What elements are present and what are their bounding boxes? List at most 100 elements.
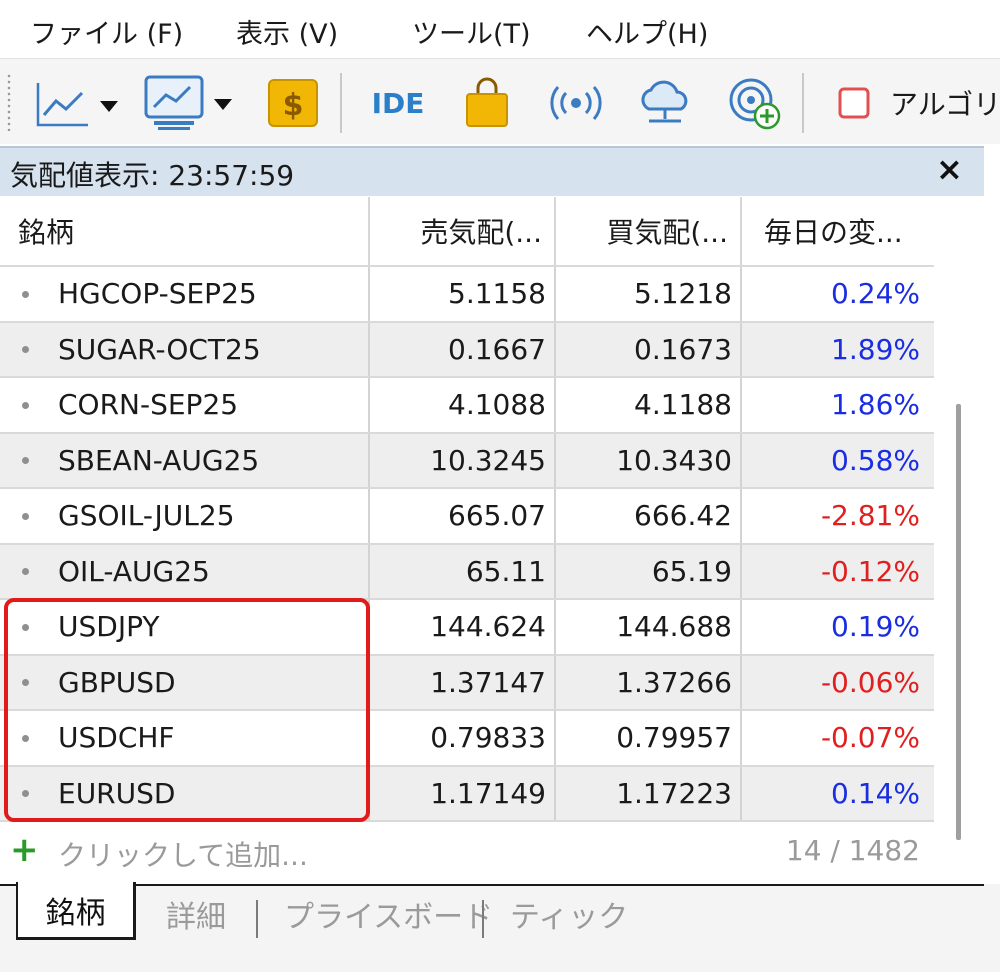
ask-cell: 1.17223 bbox=[556, 766, 742, 820]
bid-cell: 10.3245 bbox=[370, 433, 556, 487]
tab-separator bbox=[482, 900, 484, 938]
toolbar: $ IDE アルゴリ bbox=[0, 58, 1000, 144]
symbol-cell: GSOIL-JUL25 bbox=[0, 489, 370, 543]
bid-cell: 1.37147 bbox=[370, 655, 556, 709]
table-row[interactable]: OIL-AUG25 65.11 65.19 -0.12% bbox=[0, 542, 934, 598]
vps-button[interactable] bbox=[724, 75, 784, 131]
symbol-cell: OIL-AUG25 bbox=[0, 544, 370, 598]
bid-cell: 0.79833 bbox=[370, 711, 556, 765]
table-row[interactable]: USDJPY 144.624 144.688 0.19% bbox=[0, 598, 934, 654]
ask-cell: 65.19 bbox=[556, 544, 742, 598]
ide-label: IDE bbox=[371, 86, 425, 120]
tab-tick[interactable]: ティック bbox=[510, 892, 628, 936]
change-cell: 1.86% bbox=[831, 388, 920, 422]
toolbar-separator bbox=[340, 73, 342, 133]
ask-cell: 5.1218 bbox=[556, 267, 742, 321]
column-header-bid[interactable]: 売気配(... bbox=[370, 197, 556, 265]
close-icon[interactable]: × bbox=[936, 150, 963, 188]
change-cell: 0.14% bbox=[831, 776, 920, 810]
cloud-button[interactable] bbox=[634, 75, 696, 131]
menu-view[interactable]: 表示 (V) bbox=[236, 12, 338, 51]
ask-cell: 144.688 bbox=[556, 600, 742, 654]
tabs-divider bbox=[0, 884, 984, 886]
table-row[interactable]: USDCHF 0.79833 0.79957 -0.07% bbox=[0, 709, 934, 765]
ask-cell: 666.42 bbox=[556, 489, 742, 543]
table-row[interactable]: GBPUSD 1.37147 1.37266 -0.06% bbox=[0, 653, 934, 709]
tab-symbols[interactable]: 銘柄 bbox=[16, 882, 136, 940]
plus-icon: + bbox=[10, 830, 39, 870]
algo-trading-label[interactable]: アルゴリズ bbox=[890, 83, 1000, 123]
bid-cell: 4.1088 bbox=[370, 378, 556, 432]
vps-icon bbox=[729, 78, 781, 130]
symbol-cell: USDJPY bbox=[0, 600, 370, 654]
market-watch-table: 銘柄 売気配(... 買気配(... 毎日の変... HGCOP-SEP25 5… bbox=[0, 197, 934, 880]
market-watch-header: 気配値表示: 23:57:59 × bbox=[0, 146, 984, 196]
signals-button[interactable] bbox=[546, 75, 606, 131]
table-row[interactable]: SUGAR-OCT25 0.1667 0.1673 1.89% bbox=[0, 320, 934, 376]
chart-template-icon bbox=[144, 75, 232, 130]
table-row[interactable]: HGCOP-SEP25 5.1158 5.1218 0.24% bbox=[0, 265, 934, 321]
symbol-cell: HGCOP-SEP25 bbox=[0, 267, 370, 321]
change-cell: 1.89% bbox=[831, 332, 920, 366]
column-header-daily-change[interactable]: 毎日の変... bbox=[742, 197, 934, 265]
symbol-cell: SBEAN-AUG25 bbox=[0, 433, 370, 487]
toolbar-separator bbox=[802, 73, 804, 133]
ask-cell: 10.3430 bbox=[556, 433, 742, 487]
table-row[interactable]: GSOIL-JUL25 665.07 666.42 -2.81% bbox=[0, 487, 934, 543]
market-bag-icon bbox=[466, 77, 508, 127]
dollar-icon: $ bbox=[268, 79, 318, 127]
column-header-symbol[interactable]: 銘柄 bbox=[0, 197, 370, 265]
algo-stop-icon bbox=[838, 87, 870, 119]
ask-cell: 0.1673 bbox=[556, 322, 742, 376]
symbol-cell: GBPUSD bbox=[0, 655, 370, 709]
menu-bar: ファイル (F) 表示 (V) ツール(T) ヘルプ(H) bbox=[0, 0, 1000, 58]
change-cell: 0.58% bbox=[831, 443, 920, 477]
bid-cell: 665.07 bbox=[370, 489, 556, 543]
deposit-button[interactable]: $ bbox=[266, 75, 320, 131]
tab-separator bbox=[256, 900, 258, 938]
menu-help[interactable]: ヘルプ(H) bbox=[586, 12, 708, 51]
bid-cell: 65.11 bbox=[370, 544, 556, 598]
signals-icon bbox=[550, 86, 602, 120]
cloud-icon bbox=[641, 80, 688, 123]
bid-cell: 144.624 bbox=[370, 600, 556, 654]
svg-text:$: $ bbox=[283, 88, 304, 123]
ask-cell: 4.1188 bbox=[556, 378, 742, 432]
column-header-ask[interactable]: 買気配(... bbox=[556, 197, 742, 265]
ask-cell: 0.79957 bbox=[556, 711, 742, 765]
bottom-tabs: 銘柄 詳細 プライスボード ティック bbox=[0, 882, 1000, 972]
bid-cell: 5.1158 bbox=[370, 267, 556, 321]
change-cell: 0.19% bbox=[831, 610, 920, 644]
algo-trading-toggle[interactable] bbox=[834, 75, 874, 131]
tab-details[interactable]: 詳細 bbox=[166, 892, 226, 936]
ask-cell: 1.37266 bbox=[556, 655, 742, 709]
menu-tools[interactable]: ツール(T) bbox=[412, 12, 531, 51]
symbol-cell: USDCHF bbox=[0, 711, 370, 765]
change-cell: 0.24% bbox=[831, 277, 920, 311]
change-cell: -0.07% bbox=[820, 721, 920, 755]
add-symbol-label[interactable]: クリックして追加... bbox=[58, 834, 308, 874]
tab-price-board[interactable]: プライスボード bbox=[284, 892, 493, 936]
symbol-cell: SUGAR-OCT25 bbox=[0, 322, 370, 376]
table-header: 銘柄 売気配(... 買気配(... 毎日の変... bbox=[0, 197, 934, 265]
symbol-cell: CORN-SEP25 bbox=[0, 378, 370, 432]
ide-button[interactable]: IDE bbox=[366, 75, 430, 131]
symbol-count: 14 / 1482 bbox=[785, 834, 920, 867]
bid-cell: 0.1667 bbox=[370, 322, 556, 376]
table-row[interactable]: CORN-SEP25 4.1088 4.1188 1.86% bbox=[0, 376, 934, 432]
bid-cell: 1.17149 bbox=[370, 766, 556, 820]
menu-file[interactable]: ファイル (F) bbox=[30, 12, 183, 51]
toolbar-grip[interactable] bbox=[6, 73, 12, 131]
table-row[interactable]: EURUSD 1.17149 1.17223 0.14% bbox=[0, 764, 934, 820]
add-symbol-row[interactable]: + クリックして追加... 14 / 1482 bbox=[0, 820, 934, 880]
table-row[interactable]: SBEAN-AUG25 10.3245 10.3430 0.58% bbox=[0, 431, 934, 487]
market-button[interactable] bbox=[460, 75, 514, 131]
change-cell: -2.81% bbox=[820, 499, 920, 533]
change-cell: -0.06% bbox=[820, 665, 920, 699]
new-chart-button[interactable] bbox=[34, 75, 124, 131]
chart-template-button[interactable] bbox=[144, 75, 240, 131]
change-cell: -0.12% bbox=[820, 554, 920, 588]
vertical-scrollbar[interactable] bbox=[956, 404, 961, 840]
symbol-cell: EURUSD bbox=[0, 766, 370, 820]
panel-title: 気配値表示: 23:57:59 bbox=[10, 159, 295, 192]
